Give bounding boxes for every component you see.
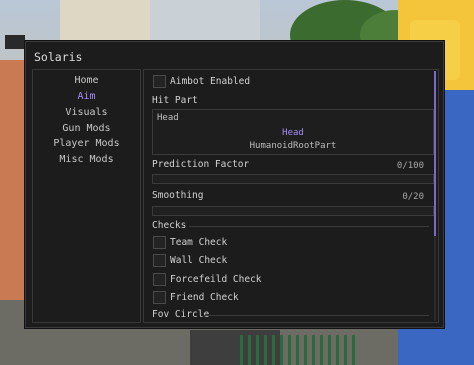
- background-building: [0, 60, 28, 300]
- friend-check-label: Friend Check: [170, 292, 239, 303]
- prediction-factor-slider[interactable]: [152, 174, 434, 184]
- prediction-factor-label: Prediction Factor: [152, 159, 250, 170]
- sidebar: Home Aim Visuals Gun Mods Player Mods Mi…: [32, 69, 141, 323]
- hit-part-option-humanoidrootpart[interactable]: HumanoidRootPart: [153, 141, 433, 151]
- sidebar-item-misc-mods[interactable]: Misc Mods: [33, 154, 140, 165]
- friend-check-checkbox[interactable]: [153, 291, 166, 304]
- prediction-factor-value: 0/100: [396, 161, 424, 171]
- aimbot-enabled-checkbox[interactable]: [153, 75, 166, 88]
- section-divider: [204, 315, 429, 316]
- sidebar-item-player-mods[interactable]: Player Mods: [33, 138, 140, 149]
- hud-badge: [5, 35, 25, 49]
- forcefield-check-checkbox[interactable]: [153, 273, 166, 286]
- team-check-checkbox[interactable]: [153, 236, 166, 249]
- smoothing-value: 0/20: [402, 192, 424, 202]
- sidebar-item-home[interactable]: Home: [33, 75, 140, 86]
- solaris-window: Solaris Home Aim Visuals Gun Mods Player…: [25, 41, 444, 328]
- wall-check-label: Wall Check: [170, 255, 228, 266]
- smoothing-slider[interactable]: [152, 206, 434, 216]
- hit-part-current-value: Head: [157, 113, 179, 123]
- hit-part-dropdown[interactable]: Head Head HumanoidRootPart: [152, 109, 434, 155]
- scrollbar-thumb[interactable]: [434, 71, 436, 236]
- forcefield-check-label: Forcefeild Check: [170, 274, 262, 285]
- section-divider: [189, 226, 429, 227]
- hit-part-label: Hit Part: [152, 95, 198, 106]
- wall-check-checkbox[interactable]: [153, 254, 166, 267]
- background-fence: [240, 335, 360, 365]
- aimbot-enabled-label: Aimbot Enabled: [170, 76, 251, 87]
- sidebar-item-gun-mods[interactable]: Gun Mods: [33, 123, 140, 134]
- checks-section-title: Checks: [152, 220, 187, 231]
- window-title: Solaris: [34, 50, 83, 64]
- sidebar-item-aim[interactable]: Aim: [33, 91, 140, 102]
- hit-part-option-head[interactable]: Head: [153, 128, 433, 138]
- team-check-label: Team Check: [170, 237, 228, 248]
- sidebar-item-visuals[interactable]: Visuals: [33, 107, 140, 118]
- fov-circle-section-title: Fov Circle: [152, 309, 210, 320]
- smoothing-label: Smoothing: [152, 190, 204, 201]
- aim-panel: Aimbot Enabled Hit Part Head Head Humano…: [143, 69, 439, 323]
